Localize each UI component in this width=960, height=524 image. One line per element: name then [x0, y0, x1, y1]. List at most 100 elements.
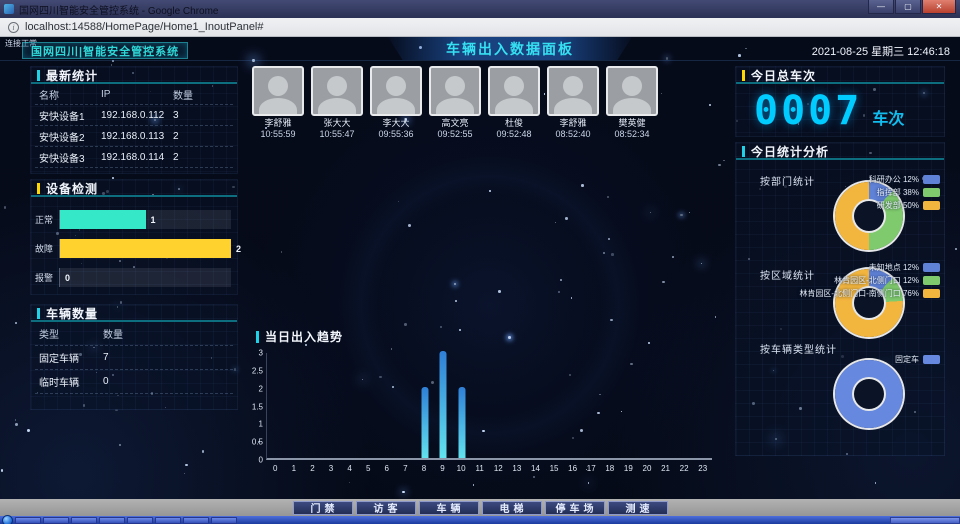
window-titlebar: 国网四川智能安全管控系统 - Google Chrome — ▢ ✕ — [0, 0, 960, 18]
address-bar[interactable]: i localhost:14588/HomePage/Home1_InoutPa… — [0, 18, 960, 37]
device-check-bars: 正常1故障2报警0 — [31, 197, 237, 292]
taskbar-tray[interactable] — [890, 517, 960, 524]
star-dot — [648, 342, 650, 344]
trend-xtick-label: 7 — [403, 464, 407, 473]
star-dot — [15, 419, 16, 420]
title-accent-bar — [37, 308, 40, 319]
trend-xtick-label: 17 — [587, 464, 596, 473]
taskbar-item[interactable] — [183, 517, 209, 524]
url-text[interactable]: localhost:14588/HomePage/Home1_InoutPane… — [25, 21, 264, 33]
taskbar-item[interactable] — [43, 517, 69, 524]
entry-card[interactable]: 樊英健 08:52:34 — [606, 66, 658, 142]
close-button[interactable]: ✕ — [922, 0, 956, 14]
analysis-panel: 今日统计分析 按部门统计 科研办公 12%指挥部 38%研发部 50% 按区域统… — [735, 142, 945, 456]
avatar — [370, 66, 422, 116]
star-dot — [955, 248, 957, 250]
page-header: 连接正常 国网四川|智能安全管控系统 车辆出入数据面板 2021-08-25 星… — [0, 37, 960, 61]
star-dot — [398, 201, 399, 202]
taskbar-item[interactable] — [99, 517, 125, 524]
avatar — [547, 66, 599, 116]
windows-taskbar — [0, 516, 960, 524]
entry-card[interactable]: 杜俊 09:52:48 — [488, 66, 540, 142]
device-bar-row: 故障2 — [35, 234, 231, 263]
window-title: 国网四川智能安全管控系统 - Google Chrome — [19, 2, 868, 17]
entry-card[interactable]: 高文亮 09:52:55 — [429, 66, 481, 142]
trend-xtick-label: 14 — [531, 464, 540, 473]
trend-xtick-label: 0 — [273, 464, 277, 473]
legend-row: 固定车 — [895, 355, 940, 364]
star-dot — [349, 482, 350, 483]
trend-ytick-label: 0.5 — [252, 438, 263, 447]
trend-xtick-label: 11 — [476, 464, 484, 473]
star-dot — [533, 476, 535, 478]
trend-ytick-label: 2.5 — [252, 366, 263, 375]
browser-window: 国网四川智能安全管控系统 - Google Chrome — ▢ ✕ i loc… — [0, 0, 960, 524]
trend-xtick-label: 3 — [329, 464, 333, 473]
trend-chart-title: 当日出入趋势 — [256, 328, 343, 345]
footer-button-strip: 门禁 访客 车辆 电梯 停车场 测速 — [0, 499, 960, 516]
footer-button-elevator[interactable]: 电梯 — [482, 501, 542, 515]
taskbar-item[interactable] — [155, 517, 181, 524]
start-button[interactable] — [2, 515, 13, 524]
minimize-button[interactable]: — — [868, 0, 894, 14]
footer-button-access[interactable]: 门禁 — [293, 501, 353, 515]
taskbar-item[interactable] — [211, 517, 237, 524]
taskbar-item[interactable] — [127, 517, 153, 524]
trend-ytick-label: 3 — [259, 349, 263, 358]
legend-swatch — [923, 289, 940, 298]
table-row: 安快设备2 192.168.0.113 2 — [35, 126, 233, 147]
footer-button-speed[interactable]: 测速 — [608, 501, 668, 515]
entry-card[interactable]: 李大大 09:55:36 — [370, 66, 422, 142]
maximize-button[interactable]: ▢ — [895, 0, 921, 14]
star-dot — [508, 336, 511, 339]
trend-ytick-label: 2 — [259, 384, 263, 393]
avatar — [488, 66, 540, 116]
latest-stats-table: 名称 IP 数量 安快设备1 192.168.0.112 3 安快设备2 192… — [31, 84, 237, 168]
device-bar-track: 2 — [59, 239, 231, 258]
star-dot — [119, 444, 121, 446]
device-bar-track: 1 — [59, 210, 231, 229]
entry-card[interactable]: 李舒雅 08:52:40 — [547, 66, 599, 142]
star-dot — [281, 251, 283, 253]
trend-xtick-label: 13 — [512, 464, 521, 473]
star-dot — [27, 429, 30, 432]
legend-row: 研发部 50% — [869, 201, 940, 210]
star-dot — [391, 348, 392, 349]
trend-xtick-label: 19 — [624, 464, 633, 473]
device-bar-fill — [60, 239, 231, 258]
site-info-icon[interactable]: i — [8, 22, 19, 33]
star-dot — [608, 238, 610, 240]
footer-button-parking[interactable]: 停车场 — [545, 501, 605, 515]
vehicle-count-title: 车辆数量 — [31, 305, 237, 322]
table-row: 安快设备3 192.168.0.114 2 — [35, 147, 233, 168]
entry-card[interactable]: 李舒雅 10:55:59 — [252, 66, 304, 142]
star-dot — [723, 160, 725, 162]
entry-card[interactable]: 张大大 10:55:47 — [311, 66, 363, 142]
star-dot — [565, 217, 568, 220]
legend-label: 未知地点 12% — [869, 262, 919, 273]
star-dot — [15, 322, 17, 324]
star-dot — [672, 256, 674, 258]
trend-xtick-label: 2 — [310, 464, 314, 473]
title-accent-bar — [256, 331, 259, 343]
today-total-value: 0007 — [754, 90, 862, 132]
device-bar-label: 报警 — [35, 271, 59, 284]
window-favicon-icon — [4, 4, 14, 14]
star-dot — [689, 212, 690, 213]
trend-bar — [421, 387, 428, 458]
taskbar-item[interactable] — [71, 517, 97, 524]
star-dot — [571, 297, 572, 298]
taskbar-item[interactable] — [15, 517, 41, 524]
star-dot — [701, 263, 702, 264]
trend-xtick-label: 1 — [292, 464, 296, 473]
footer-button-vehicle[interactable]: 车辆 — [419, 501, 479, 515]
region-chart-legend: 未知地点 12%林肯园区-北侧门口 12%林肯园区-北侧门口-南侧门口 76% — [799, 263, 940, 298]
legend-label: 林肯园区-北侧门口 12% — [834, 275, 919, 286]
footer-button-visitor[interactable]: 访客 — [356, 501, 416, 515]
star-dot — [402, 491, 404, 493]
star-dot — [404, 323, 407, 326]
table-row: 临时车辆 0 — [35, 370, 233, 394]
star-dot — [555, 222, 556, 223]
table-row: 固定车辆 7 — [35, 346, 233, 370]
star-dot — [184, 473, 185, 474]
